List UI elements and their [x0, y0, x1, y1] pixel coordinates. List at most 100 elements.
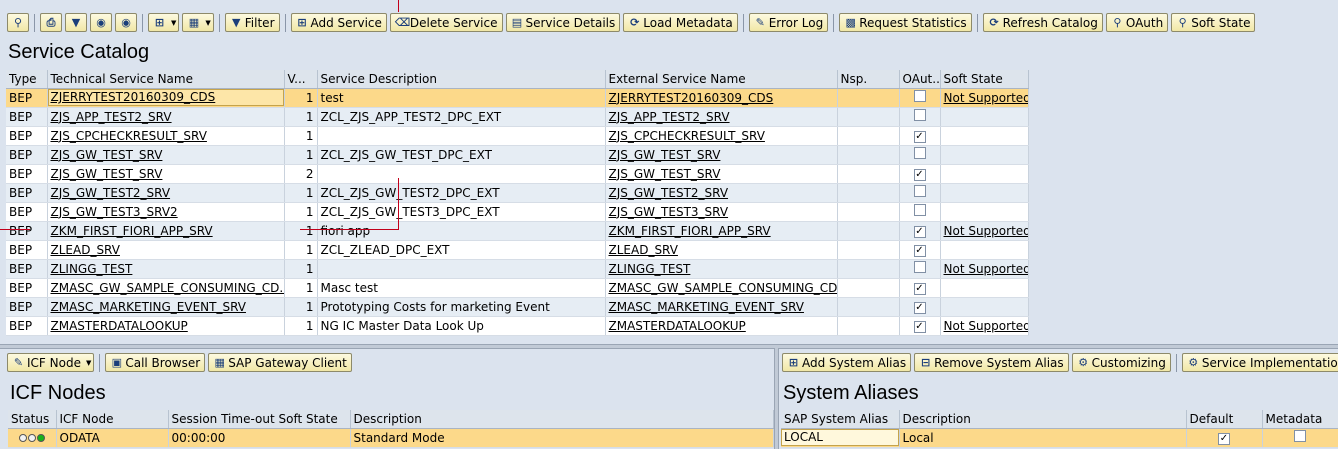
- table-row[interactable]: BEP ZKM_FIRST_FIORI_APP_SRV 1 fiori app ZKM_…: [6, 221, 1029, 241]
- table-row[interactable]: BEP ZJS_CPCHECKRESULT_SRV 1 ZJS_CPCHECKRESU…: [6, 126, 1029, 146]
- gateway-client-button[interactable]: ▦ SAP Gateway Client: [208, 353, 352, 372]
- table-row[interactable]: LOCAL Local ✓: [781, 428, 1338, 448]
- search-button[interactable]: ⚲: [7, 13, 29, 32]
- oauth-checkbox[interactable]: [913, 261, 926, 273]
- technical-service-link[interactable]: ZLINGG_TEST: [51, 262, 133, 276]
- table-row[interactable]: BEP ZJERRYTEST20160309_CDS 1 test ZJERRYTEST…: [6, 88, 1029, 108]
- table-row[interactable]: ODATA 00:00:00 Standard Mode: [8, 428, 774, 448]
- column-header[interactable]: Technical Service Name: [47, 70, 285, 89]
- error-log-button[interactable]: ✎ Error Log: [748, 13, 829, 32]
- oauth-checkbox[interactable]: ✓: [913, 302, 926, 314]
- column-header[interactable]: OAut...: [899, 70, 941, 89]
- external-service-link[interactable]: ZLINGG_TEST: [609, 262, 691, 276]
- find-next-button[interactable]: ◉: [115, 13, 137, 32]
- technical-service-link[interactable]: ZJS_GW_TEST3_SRV2: [51, 205, 178, 219]
- technical-service-link[interactable]: ZJS_GW_TEST_SRV: [51, 167, 163, 181]
- request-statistics-button[interactable]: ▩ Request Statistics: [839, 13, 972, 32]
- column-header[interactable]: Nsp.: [837, 70, 900, 89]
- external-service-link[interactable]: ZMASC_GW_SAMPLE_CONSUMING_CD...: [609, 281, 837, 295]
- technical-service-link[interactable]: ZJERRYTEST20160309_CDS: [47, 89, 283, 106]
- technical-service-link[interactable]: ZLEAD_SRV: [51, 243, 120, 257]
- service-details-button[interactable]: ▤ Service Details: [505, 13, 621, 32]
- column-header[interactable]: Description: [899, 410, 1187, 429]
- column-header[interactable]: External Service Name: [605, 70, 838, 89]
- oauth-checkbox[interactable]: ✓: [913, 245, 926, 257]
- column-header[interactable]: Type: [6, 70, 48, 89]
- table-row[interactable]: BEP ZJS_GW_TEST2_SRV 1 ZCL_ZJS_GW_TEST2_DPC…: [6, 183, 1029, 203]
- find-button[interactable]: ◉: [90, 13, 112, 32]
- oauth-checkbox[interactable]: [913, 90, 926, 102]
- icf-node-button[interactable]: ✎ ICF Node ▼: [7, 353, 95, 372]
- technical-service-link[interactable]: ZJS_APP_TEST2_SRV: [51, 110, 172, 124]
- table-row[interactable]: BEP ZLEAD_SRV 1 ZCL_ZLEAD_DPC_EXT ZLEAD_SRV ✓: [6, 240, 1029, 260]
- column-header[interactable]: Description: [350, 410, 774, 429]
- call-browser-button[interactable]: ▣ Call Browser: [105, 353, 206, 372]
- technical-service-link[interactable]: ZKM_FIRST_FIORI_APP_SRV: [51, 224, 213, 238]
- technical-service-link[interactable]: ZMASC_GW_SAMPLE_CONSUMING_CD...: [51, 281, 284, 295]
- oauth-checkbox[interactable]: [913, 109, 926, 121]
- oauth-checkbox[interactable]: ✓: [913, 321, 926, 333]
- table-row[interactable]: BEP ZJS_GW_TEST_SRV 1 ZCL_ZJS_GW_TEST_DPC_E…: [6, 145, 1029, 165]
- column-header[interactable]: Default: [1186, 410, 1263, 429]
- vertical-splitter[interactable]: [774, 348, 779, 449]
- external-service-link[interactable]: ZJS_APP_TEST2_SRV: [609, 110, 730, 124]
- oauth-checkbox[interactable]: ✓: [913, 131, 926, 143]
- layout-button[interactable]: ▦ ▼: [182, 13, 214, 32]
- soft-state-button[interactable]: ⚲ Soft State: [1171, 13, 1256, 32]
- oauth-checkbox[interactable]: ✓: [913, 283, 926, 295]
- external-service-link[interactable]: ZJS_GW_TEST_SRV: [609, 148, 721, 162]
- print-button[interactable]: ⎙: [40, 13, 62, 32]
- table-row[interactable]: BEP ZLINGG_TEST 1 ZLINGG_TEST Not Supported: [6, 259, 1029, 279]
- external-service-link[interactable]: ZKM_FIRST_FIORI_APP_SRV: [609, 224, 771, 238]
- add-system-alias-button[interactable]: ⊞ Add System Alias: [782, 353, 912, 372]
- table-row[interactable]: BEP ZJS_APP_TEST2_SRV 1 ZCL_ZJS_APP_TEST2_D…: [6, 107, 1029, 127]
- external-service-link[interactable]: ZJS_GW_TEST2_SRV: [609, 186, 729, 200]
- alias-value[interactable]: LOCAL: [781, 429, 898, 446]
- soft-state-link[interactable]: Not Supported: [944, 262, 1028, 276]
- oauth-checkbox[interactable]: [913, 185, 926, 197]
- soft-state-link[interactable]: Not Supported: [944, 224, 1028, 238]
- table-row[interactable]: BEP ZJS_GW_TEST_SRV 2 ZJS_GW_TEST_SRV ✓: [6, 164, 1029, 184]
- column-header[interactable]: V...: [284, 70, 318, 89]
- technical-service-link[interactable]: ZMASTERDATALOOKUP: [51, 319, 188, 333]
- customizing-button[interactable]: ⚙ Customizing: [1071, 353, 1171, 372]
- soft-state-link[interactable]: Not Supported: [944, 91, 1028, 105]
- metadata-checkbox[interactable]: [1294, 430, 1306, 442]
- column-header[interactable]: Metadata: [1262, 410, 1338, 429]
- external-service-link[interactable]: ZMASTERDATALOOKUP: [609, 319, 746, 333]
- technical-service-link[interactable]: ZJS_GW_TEST2_SRV: [51, 186, 171, 200]
- column-header[interactable]: Service Description: [317, 70, 606, 89]
- external-service-link[interactable]: ZMASC_MARKETING_EVENT_SRV: [609, 300, 804, 314]
- oauth-checkbox[interactable]: ✓: [913, 226, 926, 238]
- refresh-catalog-button[interactable]: ⟳ Refresh Catalog: [982, 13, 1103, 32]
- remove-system-alias-button[interactable]: ⊟ Remove System Alias: [914, 353, 1069, 372]
- technical-service-link[interactable]: ZJS_GW_TEST_SRV: [51, 148, 163, 162]
- table-row[interactable]: BEP ZMASTERDATALOOKUP 1 NG IC Master Data L…: [6, 316, 1029, 336]
- filter-button[interactable]: ▼ Filter: [224, 13, 280, 32]
- column-header[interactable]: ICF Node: [56, 410, 169, 429]
- external-service-link[interactable]: ZJERRYTEST20160309_CDS: [609, 91, 774, 105]
- table-row[interactable]: BEP ZMASC_MARKETING_EVENT_SRV 1 Prototyping…: [6, 297, 1029, 317]
- external-service-link[interactable]: ZJS_GW_TEST_SRV: [609, 167, 721, 181]
- technical-service-link[interactable]: ZJS_CPCHECKRESULT_SRV: [51, 129, 207, 143]
- service-implementation-button[interactable]: ⚙ Service Implementation: [1181, 353, 1338, 372]
- oauth-checkbox[interactable]: ✓: [913, 169, 926, 181]
- table-row[interactable]: BEP ZMASC_GW_SAMPLE_CONSUMING_CD... 1 Masc …: [6, 278, 1029, 298]
- column-header[interactable]: Session Time-out Soft State: [168, 410, 351, 429]
- filter-icon-button[interactable]: ▼: [65, 13, 87, 32]
- export-button[interactable]: ⊞ ▼: [148, 13, 180, 32]
- column-header[interactable]: Status: [8, 410, 57, 429]
- oauth-checkbox[interactable]: [913, 147, 926, 159]
- oauth-checkbox[interactable]: [913, 204, 926, 216]
- oauth-button[interactable]: ⚲ OAuth: [1105, 13, 1169, 32]
- external-service-link[interactable]: ZJS_CPCHECKRESULT_SRV: [609, 129, 765, 143]
- column-header[interactable]: SAP System Alias: [781, 410, 900, 429]
- add-service-button[interactable]: ⊞ Add Service: [290, 13, 387, 32]
- load-metadata-button[interactable]: ⟳ Load Metadata: [623, 13, 738, 32]
- default-checkbox[interactable]: ✓: [1218, 433, 1230, 445]
- technical-service-link[interactable]: ZMASC_MARKETING_EVENT_SRV: [51, 300, 246, 314]
- soft-state-link[interactable]: Not Supported: [944, 319, 1028, 333]
- horizontal-splitter[interactable]: [0, 344, 1338, 349]
- column-header[interactable]: Soft State: [940, 70, 1029, 89]
- external-service-link[interactable]: ZLEAD_SRV: [609, 243, 678, 257]
